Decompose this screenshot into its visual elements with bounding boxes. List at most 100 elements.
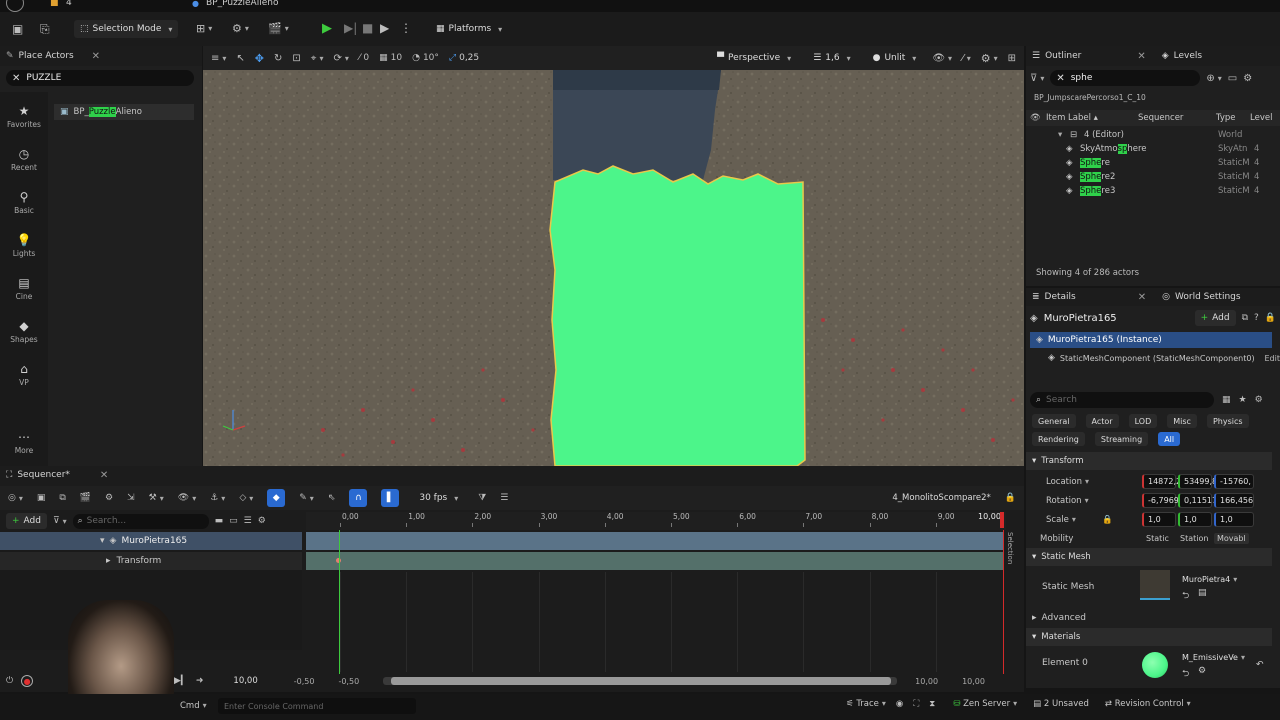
save-icon[interactable]: ▣ <box>37 493 46 503</box>
kebab-menu-icon[interactable]: ⋮ <box>400 21 412 35</box>
details-search-input[interactable]: ⌕ Search <box>1030 392 1214 408</box>
browse-icon[interactable]: ⮌ <box>1182 588 1189 604</box>
viewport-menu-icon[interactable]: ≡ <box>211 53 226 64</box>
tab-world-settings[interactable]: ◎ World Settings <box>1162 292 1240 302</box>
filter-icon[interactable]: ⊽ <box>53 516 67 526</box>
actions-icon[interactable]: ⚒ <box>149 493 164 503</box>
add-track-button[interactable]: + Add <box>6 513 47 529</box>
category-basic[interactable]: ⚲ Basic <box>0 190 53 215</box>
new-folder-icon[interactable]: ▭ <box>1228 73 1237 84</box>
filter-lod[interactable]: LOD <box>1128 414 1158 428</box>
range-start-field-2[interactable]: -0,50 <box>338 677 359 686</box>
material-dropdown[interactable]: M_EmissiveVe <box>1178 650 1242 665</box>
sequencer-search-input[interactable]: ⌕ Search... <box>72 513 209 529</box>
zen-server-dropdown[interactable]: ⛁ Zen Server <box>953 699 1017 709</box>
lock-icon[interactable]: 🔒 <box>1005 493 1016 503</box>
find-icon[interactable]: ⧉ <box>59 493 65 503</box>
tab-place-actors[interactable]: ✎ Place Actors <box>6 51 74 61</box>
lock-icon[interactable]: 🔒 <box>1102 515 1113 525</box>
col-level[interactable]: Level <box>1250 113 1272 123</box>
category-cine[interactable]: ▤ Cine <box>0 276 53 301</box>
browse-icon[interactable]: ⮌ <box>1182 666 1189 682</box>
tab-sequencer[interactable]: ⛶ Sequencer* <box>6 470 70 480</box>
close-icon[interactable]: ✕ <box>1138 292 1146 303</box>
edit-icon[interactable]: ⚓ <box>210 493 225 503</box>
scale-snap-icon[interactable]: ⤢ 0,25 <box>449 53 479 63</box>
translate-tool-icon[interactable]: ✥ <box>255 52 264 65</box>
scale-label[interactable]: Scale <box>1046 515 1076 525</box>
select-tool-icon[interactable]: ↖ <box>236 53 244 64</box>
play-icon[interactable]: ▶ <box>322 21 332 36</box>
help-icon[interactable]: ? <box>1254 313 1259 323</box>
location-x[interactable]: 14872,2 <box>1142 474 1181 489</box>
playhead-marker[interactable] <box>1000 512 1004 528</box>
category-shapes[interactable]: ◆ Shapes <box>0 319 53 344</box>
keyframe-icon[interactable]: ◇ <box>239 493 253 503</box>
cinematics-icon[interactable]: 🎬 <box>268 22 289 35</box>
favorite-icon[interactable]: ★ <box>1239 395 1247 405</box>
cmd-dropdown[interactable]: Cmd <box>180 701 207 711</box>
scale-x[interactable]: 1,0 <box>1142 512 1176 527</box>
options-icon[interactable]: ⚙ <box>1198 666 1206 676</box>
section-materials[interactable]: ▾ Materials <box>1026 628 1272 646</box>
tree-row[interactable]: ◈ Sphere StaticM 4 <box>1026 156 1280 170</box>
visibility-icon[interactable]: 👁 <box>1030 113 1041 123</box>
settings-icon[interactable]: ⚙ <box>258 516 266 526</box>
platforms-dropdown[interactable]: ▦ Platforms <box>430 20 508 38</box>
range-end-field[interactable]: 10,00 <box>915 677 938 686</box>
jump-end-icon[interactable]: ▶▎ <box>174 676 188 686</box>
loop-icon[interactable]: ➜ <box>196 676 204 686</box>
range-start-field[interactable]: -0,50 <box>294 677 315 686</box>
category-vp[interactable]: ⌂ VP <box>0 362 53 387</box>
list-icon[interactable]: ☰ <box>244 516 252 526</box>
track-row[interactable]: ▾ ◈ MuroPietra165 <box>0 532 302 550</box>
content-icon[interactable]: ■ <box>50 0 59 8</box>
section-static-mesh[interactable]: ▾ Static Mesh <box>1026 548 1272 566</box>
filter-all[interactable]: All <box>1158 432 1181 446</box>
trace-dropdown[interactable]: ⚟ Trace <box>846 699 886 709</box>
category-recent[interactable]: ◷ Recent <box>0 147 53 172</box>
filter-streaming[interactable]: Streaming <box>1094 432 1149 446</box>
snap-icon[interactable]: ∩ <box>349 489 368 507</box>
realtime-icon[interactable]: ⁄ <box>962 53 971 64</box>
end-marker[interactable] <box>1003 530 1004 674</box>
section-transform[interactable]: ▾ Transform <box>1026 452 1272 470</box>
filter-icon[interactable]: ⊽ <box>1030 73 1044 84</box>
camera-speed-dropdown[interactable]: ☰ 1,6 <box>807 50 856 66</box>
track-lane[interactable] <box>306 532 1004 550</box>
grid-snap-icon[interactable]: ⁄ 0 <box>359 53 369 63</box>
world-icon[interactable]: ◎ <box>8 493 23 503</box>
current-frame-field[interactable]: 10,00 <box>233 676 257 686</box>
section-advanced[interactable]: ▸ Advanced <box>1026 610 1272 626</box>
tree-row[interactable]: ◈ SkyAtmosphere SkyAtn 4 <box>1026 142 1280 156</box>
launch-icon[interactable]: ▶ <box>380 21 389 35</box>
scale-tool-icon[interactable]: ⊡ <box>292 53 300 64</box>
actor-name[interactable]: MuroPietra165 <box>1044 313 1117 324</box>
tree-row[interactable]: ◈ Sphere3 StaticM 4 <box>1026 184 1280 198</box>
step-icon[interactable]: ▶| <box>344 21 357 35</box>
unsaved-button[interactable]: ▤ 2 Unsaved <box>1033 699 1089 709</box>
location-y[interactable]: 53499,8 <box>1178 474 1217 489</box>
collapse-icon[interactable]: ▬ <box>215 516 224 526</box>
revision-control-dropdown[interactable]: ⇄ Revision Control <box>1105 699 1191 709</box>
timeline-scrollbar[interactable] <box>383 677 898 685</box>
scale-z[interactable]: 1,0 <box>1214 512 1254 527</box>
tree-row[interactable]: ◈ Sphere2 StaticM 4 <box>1026 170 1280 184</box>
timeline-area[interactable]: 0,00 1,00 2,00 3,00 4,00 5,00 6,00 7,00 8,00 9,00… <box>306 510 1006 674</box>
stop-icon[interactable]: ■ <box>362 21 373 35</box>
settings-icon[interactable]: ⚙ <box>1255 395 1263 405</box>
add-component-button[interactable]: + Add <box>1194 310 1236 326</box>
category-lights[interactable]: 💡 Lights <box>0 233 53 258</box>
selection-mode-dropdown[interactable]: ⬚ Selection Mode <box>74 20 179 38</box>
instance-row[interactable]: ◈ MuroPietra165 (Instance) <box>1030 332 1272 348</box>
expand-icon[interactable]: ▾ <box>1058 130 1062 140</box>
snapshot-icon[interactable]: ⛶ <box>913 699 919 709</box>
coordinate-space-icon[interactable]: ⌖ <box>311 53 324 64</box>
location-z[interactable]: -15760, <box>1214 474 1254 489</box>
render-icon[interactable]: 🎬 <box>80 493 91 503</box>
sequence-name[interactable]: 4_MonolitoScompare2* <box>892 493 990 503</box>
filter-misc[interactable]: Misc <box>1167 414 1197 428</box>
perspective-dropdown[interactable]: ▀ Perspective <box>711 50 797 66</box>
add-filter-icon[interactable]: ⊕ <box>1206 73 1221 84</box>
fps-dropdown[interactable]: 30 fps <box>413 490 464 506</box>
